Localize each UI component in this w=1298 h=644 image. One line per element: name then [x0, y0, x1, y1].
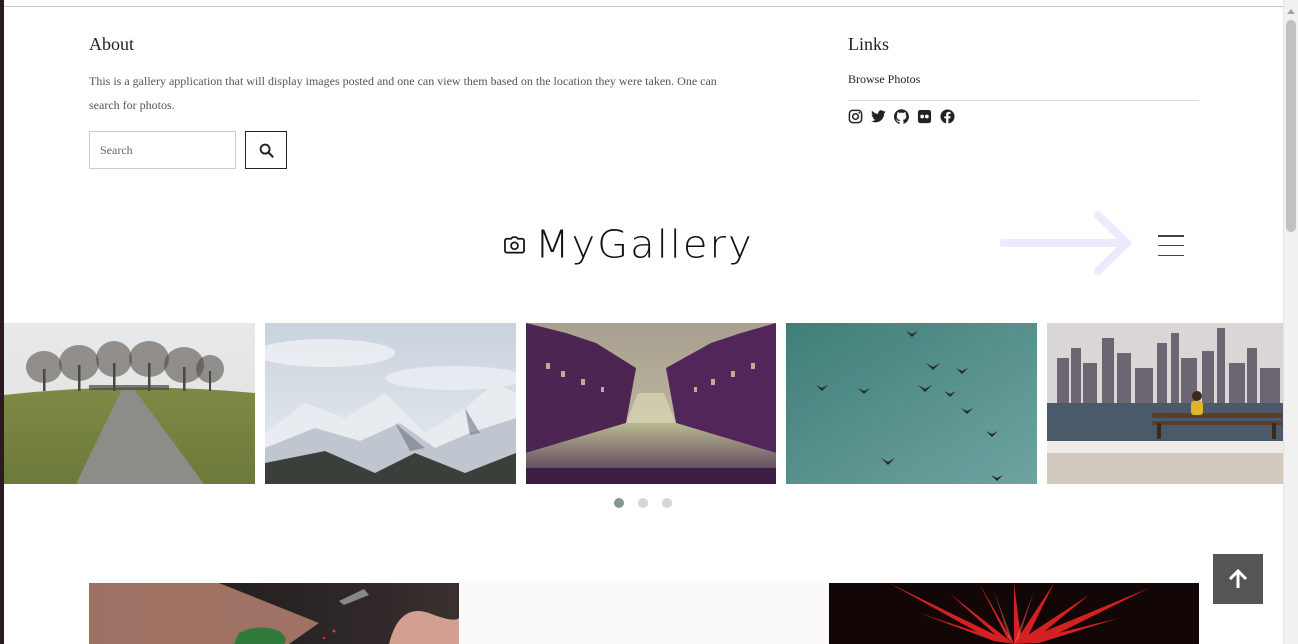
canal-city-image [526, 323, 776, 484]
birds-sky-image [786, 323, 1037, 484]
search-icon [259, 143, 274, 158]
search-input[interactable] [89, 131, 236, 169]
flickr-icon[interactable] [917, 109, 932, 124]
about-section: About This is a gallery application that… [89, 34, 729, 117]
field-path-image [4, 323, 255, 484]
camera-icon [504, 236, 525, 254]
arrow-up-icon [1228, 568, 1248, 588]
github-icon[interactable] [894, 109, 909, 124]
carousel-slide-canal[interactable] [526, 323, 776, 484]
links-divider [848, 100, 1199, 101]
carousel-dot-1[interactable] [614, 498, 624, 508]
brand-logo[interactable]: MyGallery [504, 222, 754, 268]
carousel-slide-mountains[interactable] [265, 323, 516, 484]
carousel-slide-birds[interactable] [786, 323, 1037, 484]
social-links [848, 109, 1199, 124]
scroll-up-arrow-icon[interactable] [1287, 9, 1295, 14]
window-left-edge [0, 0, 4, 644]
brand-name: MyGallery [535, 223, 754, 267]
carousel-dot-3[interactable] [662, 498, 672, 508]
hamburger-bar [1158, 235, 1184, 237]
hamburger-bar [1158, 244, 1184, 247]
links-section: Links Browse Photos [848, 34, 1199, 124]
photo-carousel[interactable] [4, 323, 1283, 484]
links-heading: Links [848, 34, 890, 54]
about-text: This is a gallery application that will … [89, 74, 717, 112]
instagram-icon[interactable] [848, 109, 863, 124]
scrollbar-thumb[interactable] [1286, 20, 1296, 232]
twitter-icon[interactable] [871, 109, 886, 124]
hamburger-bar [1158, 254, 1184, 256]
arrow-right-icon [1000, 211, 1131, 275]
back-to-top-button[interactable] [1213, 554, 1263, 604]
search-form [89, 131, 287, 169]
search-button[interactable] [245, 131, 287, 169]
top-border [4, 0, 1283, 7]
light-image [459, 583, 829, 644]
city-skyline-image [1047, 323, 1283, 484]
carousel-slide-skyline[interactable] [1047, 323, 1283, 484]
snowy-mountains-image [265, 323, 516, 484]
carousel-slide-field-path[interactable] [4, 323, 255, 484]
gallery-item-flower[interactable] [829, 583, 1199, 644]
browse-photos-link[interactable]: Browse Photos [848, 69, 1199, 89]
carousel-indicators [614, 498, 672, 508]
gallery-item-plant[interactable] [89, 583, 459, 644]
menu-toggle-button[interactable] [1158, 235, 1184, 256]
gallery-item-blank[interactable] [459, 583, 829, 644]
facebook-icon[interactable] [940, 109, 955, 124]
red-flower-image [829, 583, 1199, 644]
page-scrollbar[interactable] [1283, 0, 1298, 644]
carousel-dot-2[interactable] [638, 498, 648, 508]
about-heading: About [89, 34, 134, 54]
plant-dropper-image [89, 583, 459, 644]
